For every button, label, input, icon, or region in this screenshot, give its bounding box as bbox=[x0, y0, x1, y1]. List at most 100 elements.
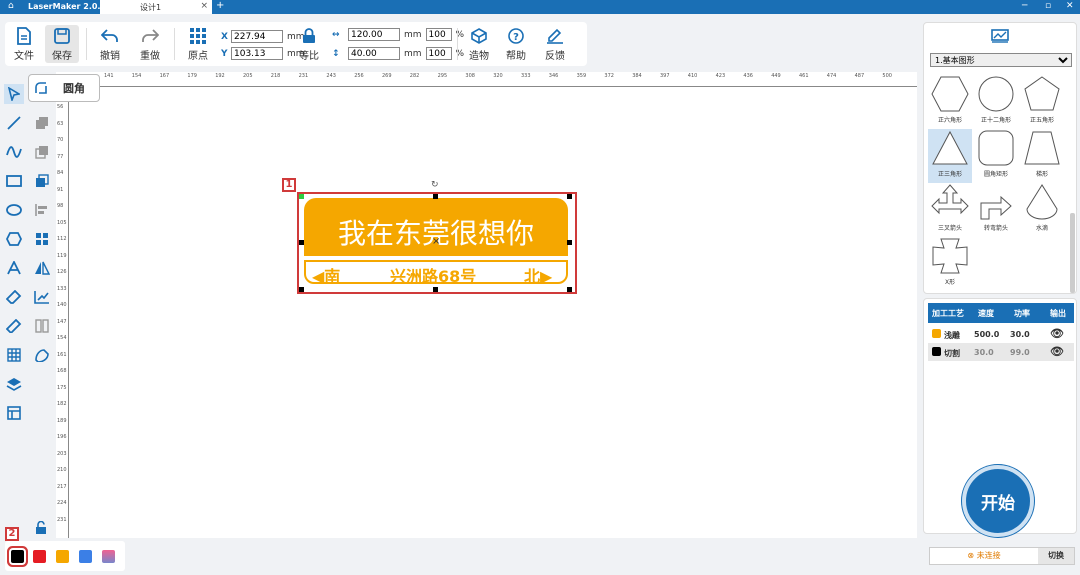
eye-icon[interactable]: 👁 bbox=[1050, 327, 1064, 340]
close-window-icon[interactable]: ✕ bbox=[1066, 1, 1074, 11]
shape-triple-arrow[interactable]: 三叉箭头 bbox=[928, 183, 972, 237]
app-name: LaserMaker 2.0.5 bbox=[28, 2, 107, 11]
subtract-icon[interactable] bbox=[32, 142, 52, 162]
file-button[interactable]: 文件 bbox=[7, 25, 41, 63]
origin-button[interactable]: 原点 bbox=[181, 25, 215, 63]
start-button[interactable]: 开始 bbox=[962, 465, 1034, 537]
undo-button[interactable]: 撤销 bbox=[93, 25, 127, 63]
height-percent-input[interactable] bbox=[425, 47, 452, 60]
eraser-tool-icon[interactable] bbox=[4, 287, 24, 307]
color-swatch-gradient[interactable] bbox=[102, 550, 115, 563]
scrollbar-thumb[interactable] bbox=[1070, 213, 1075, 293]
resize-handle-bottom-right[interactable] bbox=[567, 287, 572, 292]
resize-handle-bottom-left[interactable] bbox=[299, 287, 304, 292]
y-input[interactable] bbox=[231, 47, 283, 60]
shape-turn-arrow[interactable]: 转弯箭头 bbox=[974, 183, 1018, 237]
save-button[interactable]: 保存 bbox=[45, 25, 79, 63]
process-name: 切割 bbox=[944, 349, 960, 358]
shape-trapezoid[interactable]: 梯形 bbox=[1020, 129, 1064, 183]
resize-handle-top-right[interactable] bbox=[567, 194, 572, 199]
proportional-lock-button[interactable]: 等比 bbox=[292, 25, 326, 63]
maximize-icon[interactable]: ▫ bbox=[1045, 1, 1051, 11]
save-icon bbox=[45, 25, 79, 47]
rounded-corner-tooltip[interactable]: 圆角 bbox=[28, 74, 100, 102]
ruler-tick-label: 224 bbox=[57, 500, 67, 506]
text-tool-icon[interactable] bbox=[4, 258, 24, 278]
curve-tool-icon[interactable] bbox=[4, 142, 24, 162]
shape-triangle[interactable]: 正三角形 bbox=[928, 129, 972, 183]
polygon-tool-icon[interactable] bbox=[4, 229, 24, 249]
shape-rounded-rectangle[interactable]: 圆角矩形 bbox=[974, 129, 1018, 183]
width-percent-input[interactable] bbox=[425, 28, 452, 41]
color-swatch-red[interactable] bbox=[33, 550, 46, 563]
help-label: 帮助 bbox=[506, 51, 526, 62]
feedback-button[interactable]: 反馈 bbox=[538, 25, 572, 63]
resize-handle-top[interactable] bbox=[433, 194, 438, 199]
eye-icon[interactable]: 👁 bbox=[1050, 345, 1064, 358]
switch-button[interactable]: 切换 bbox=[1038, 548, 1074, 564]
x-input[interactable] bbox=[231, 30, 283, 43]
ruler-tick-label: 77 bbox=[57, 153, 64, 160]
vertical-ruler: 56 63 70 77 84 91 98 105 112 119 126 133 140 147 154 16… bbox=[56, 100, 69, 538]
shape-library-icon[interactable] bbox=[991, 29, 1009, 46]
mirror-icon[interactable] bbox=[32, 258, 52, 278]
file-label: 文件 bbox=[14, 51, 34, 62]
chart-edit-icon[interactable] bbox=[32, 287, 52, 307]
width-input[interactable] bbox=[348, 28, 400, 41]
color-swatch-black[interactable] bbox=[11, 550, 24, 563]
color-swatch-orange[interactable] bbox=[56, 550, 69, 563]
template-tool-icon[interactable] bbox=[4, 403, 24, 423]
build-button[interactable]: 造物 bbox=[462, 25, 496, 63]
design-canvas[interactable] bbox=[56, 72, 917, 538]
unlock-icon[interactable] bbox=[32, 518, 52, 538]
svg-text:?: ? bbox=[513, 32, 519, 43]
anchor-handle[interactable] bbox=[299, 194, 304, 199]
array-tool-icon[interactable] bbox=[4, 345, 24, 365]
shape-panel-scrollbar[interactable] bbox=[1070, 73, 1075, 293]
y-label: Y bbox=[221, 48, 228, 59]
height-input[interactable] bbox=[348, 47, 400, 60]
ruler-tick-label: 218 bbox=[270, 73, 281, 79]
shape-x[interactable]: X形 bbox=[928, 237, 972, 291]
shape-pentagon[interactable]: 正五角形 bbox=[1020, 75, 1064, 129]
ruler-tool-icon[interactable] bbox=[4, 316, 24, 336]
split-icon[interactable] bbox=[32, 316, 52, 336]
ellipse-tool-icon[interactable] bbox=[4, 200, 24, 220]
redo-button[interactable]: 重做 bbox=[133, 25, 167, 63]
shape-category-select[interactable]: 1.基本图形 bbox=[930, 53, 1072, 67]
shape-label: 正六角形 bbox=[937, 117, 962, 124]
shape-dodecagon[interactable]: 正十二角形 bbox=[974, 75, 1018, 129]
shape-droplet[interactable]: 水滴 bbox=[1020, 183, 1064, 237]
resize-handle-left[interactable] bbox=[299, 240, 304, 245]
main-toolbar: 文件 保存 撤销 重做 原点 X mm Y mm 等比 ↔ mm % ↕ bbox=[5, 22, 587, 66]
rectangle-tool-icon[interactable] bbox=[4, 171, 24, 191]
cube-icon bbox=[462, 25, 496, 47]
intersect-icon[interactable] bbox=[32, 171, 52, 191]
width-icon: ↔ bbox=[332, 29, 340, 40]
color-swatch-blue[interactable] bbox=[79, 550, 92, 563]
union-icon[interactable] bbox=[32, 113, 52, 133]
shape-hexagon[interactable]: 正六角形 bbox=[928, 75, 972, 129]
help-button[interactable]: ? 帮助 bbox=[499, 25, 533, 63]
align-left-icon[interactable] bbox=[32, 200, 52, 220]
callout-1: 1 bbox=[282, 178, 296, 192]
ruler-tick-label: 126 bbox=[57, 269, 67, 275]
file-icon bbox=[7, 25, 41, 47]
tab-design[interactable]: 设计1 × bbox=[100, 0, 212, 14]
process-row-engrave[interactable]: 浅雕 500.0 30.0 👁 bbox=[928, 325, 1074, 343]
minimize-icon[interactable]: ─ bbox=[1022, 1, 1027, 11]
layers-tool-icon[interactable] bbox=[4, 374, 24, 394]
line-tool-icon[interactable] bbox=[4, 113, 24, 133]
select-tool-icon[interactable] bbox=[4, 84, 24, 104]
grid-layout-icon[interactable] bbox=[32, 229, 52, 249]
undo-label: 撤销 bbox=[100, 51, 120, 62]
engrave-icon[interactable] bbox=[32, 345, 52, 365]
resize-handle-bottom[interactable] bbox=[433, 287, 438, 292]
process-row-cut[interactable]: 切割 30.0 99.0 👁 bbox=[928, 343, 1074, 361]
ruler-tick-label: 168 bbox=[57, 368, 67, 374]
home-icon[interactable]: ⌂ bbox=[8, 1, 14, 11]
new-tab-button[interactable]: + bbox=[216, 0, 224, 11]
close-tab-icon[interactable]: × bbox=[200, 1, 208, 11]
rotate-handle-icon[interactable]: ↻ bbox=[431, 180, 439, 190]
resize-handle-right[interactable] bbox=[567, 240, 572, 245]
